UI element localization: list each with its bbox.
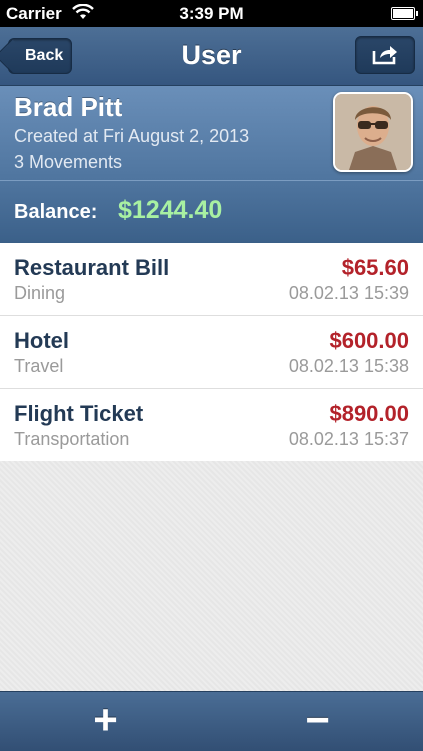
user-name: Brad Pitt bbox=[14, 92, 123, 122]
movement-category: Travel bbox=[14, 356, 64, 376]
avatar[interactable] bbox=[333, 92, 413, 172]
bottom-toolbar: + − bbox=[0, 691, 423, 751]
battery-icon bbox=[391, 7, 418, 20]
balance-bar: Balance: $1244.40 bbox=[0, 180, 423, 243]
movement-category: Transportation bbox=[14, 429, 130, 449]
minus-icon: − bbox=[305, 696, 330, 743]
movement-amount: $600.00 bbox=[329, 328, 409, 353]
movement-date: 08.02.13 15:37 bbox=[288, 429, 409, 449]
movement-title: Hotel bbox=[14, 328, 69, 353]
remove-movement-button[interactable]: − bbox=[212, 692, 423, 751]
movement-title: Restaurant Bill bbox=[14, 255, 170, 280]
status-bar: Carrier 3:39 PM bbox=[0, 0, 423, 27]
plus-icon: + bbox=[93, 696, 118, 743]
movements-list: Restaurant Bill Dining $65.60 08.02.13 1… bbox=[0, 243, 423, 462]
list-item[interactable]: Hotel Travel $600.00 08.02.13 15:38 bbox=[0, 316, 423, 389]
movement-date: 08.02.13 15:38 bbox=[288, 356, 409, 376]
movement-title: Flight Ticket bbox=[14, 401, 144, 426]
share-button[interactable] bbox=[355, 36, 415, 74]
created-date: Created at Fri August 2, 2013 bbox=[14, 126, 250, 146]
add-movement-button[interactable]: + bbox=[0, 692, 211, 751]
movement-date: 08.02.13 15:39 bbox=[288, 283, 409, 303]
movements-count: 3 Movements bbox=[14, 152, 123, 172]
nav-bar: Back User bbox=[0, 27, 423, 86]
balance-label: Balance: bbox=[14, 201, 98, 223]
movement-amount: $65.60 bbox=[341, 255, 409, 280]
empty-list-background bbox=[0, 461, 423, 691]
clock: 3:39 PM bbox=[179, 4, 244, 23]
movement-category: Dining bbox=[14, 283, 66, 303]
user-profile-header: Brad Pitt Created at Fri August 2, 2013 … bbox=[0, 86, 423, 180]
movement-amount: $890.00 bbox=[329, 401, 409, 426]
share-icon bbox=[372, 46, 397, 65]
list-item[interactable]: Restaurant Bill Dining $65.60 08.02.13 1… bbox=[0, 243, 423, 316]
list-item[interactable]: Flight Ticket Transportation $890.00 08.… bbox=[0, 389, 423, 462]
balance-value: $1244.40 bbox=[118, 196, 223, 224]
